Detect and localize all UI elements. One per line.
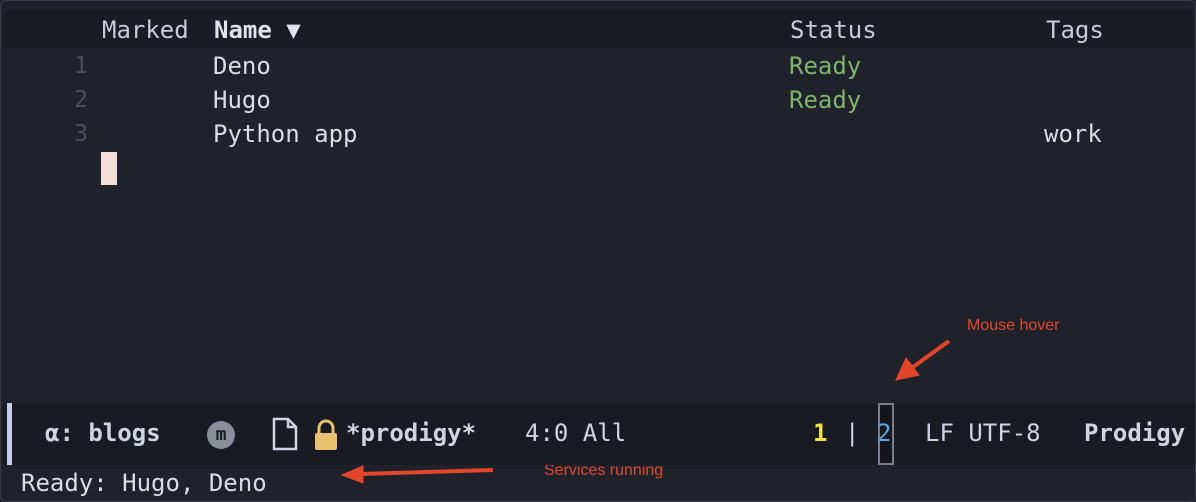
lock-icon: [313, 419, 339, 455]
echo-area: Ready: Hugo, Deno: [21, 469, 267, 497]
hover-arrow: [895, 339, 951, 381]
mode-line-active-indicator: [7, 403, 12, 465]
services-arrow: [340, 465, 494, 484]
window-number-two[interactable]: 2: [877, 417, 891, 449]
encoding-indicator[interactable]: LF UTF-8: [925, 417, 1041, 449]
buffer-name[interactable]: *prodigy*: [346, 417, 476, 449]
workspace-label[interactable]: α: blogs: [45, 417, 161, 449]
window-number-one[interactable]: 1: [813, 417, 827, 449]
cursor-position: 4:0 All: [525, 419, 627, 447]
file-icon: [271, 417, 299, 455]
emacs-frame: Marked Name ▼ Status Tags 1 Deno Ready 2…: [0, 0, 1196, 502]
mode-line: α: blogs m *prodigy* 4:0 All 1 | 2 LF UT…: [3, 403, 1195, 465]
window-separator: |: [845, 419, 860, 447]
major-mode[interactable]: Prodigy: [1084, 417, 1185, 449]
m-badge-icon: m: [207, 421, 235, 449]
